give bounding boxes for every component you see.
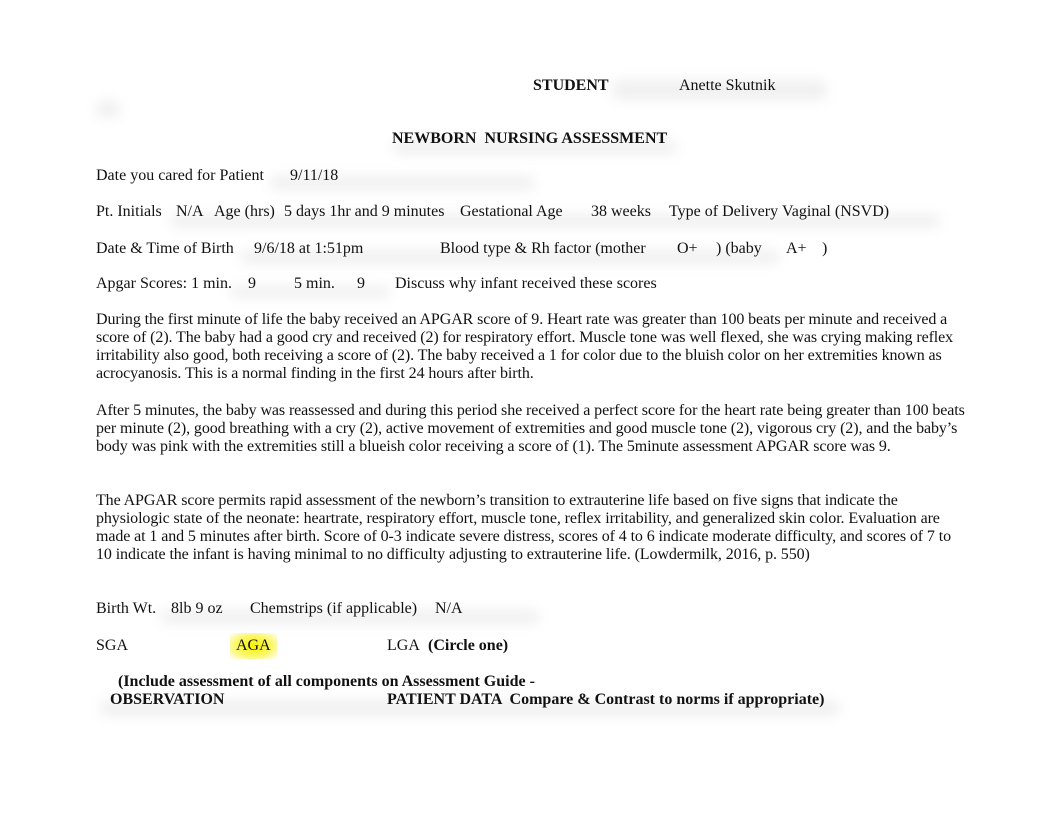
chemstrips-value: N/A	[435, 600, 463, 617]
gestational-age-label: Gestational Age	[460, 203, 563, 220]
aga-option-selected: AGA	[230, 633, 277, 659]
apgar-5min-value: 9	[357, 275, 365, 292]
smudge	[96, 100, 120, 118]
page-title: NEWBORN NURSING ASSESSMENT	[392, 130, 668, 147]
apgar-5min-label: 5 min.	[294, 275, 335, 292]
initials-label: Pt. Initials	[96, 203, 162, 220]
discuss-label: Discuss why infant received these scores	[395, 275, 657, 292]
chemstrips-label: Chemstrips (if applicable)	[250, 600, 418, 617]
birth-weight-label: Birth Wt.	[96, 600, 157, 617]
patient-data-heading: PATIENT DATA Compare & Contrast to norms…	[387, 691, 825, 708]
student-label: STUDENT	[533, 77, 609, 94]
birth-weight-value: 8lb 9 oz	[171, 600, 223, 617]
observation-heading: OBSERVATION	[110, 691, 225, 708]
apgar-1min-value: 9	[248, 275, 256, 292]
apgar-5min-paragraph: After 5 minutes, the baby was reassessed…	[96, 402, 965, 455]
baby-blood-value: A+	[786, 240, 807, 257]
apgar-1min-paragraph: During the first minute of life the baby…	[96, 311, 954, 382]
birth-label: Date & Time of Birth	[96, 240, 234, 257]
circle-one-instruction: (Circle one)	[428, 637, 509, 654]
lga-option: LGA	[387, 637, 420, 654]
apgar-explanation-paragraph: The APGAR score permits rapid assessment…	[96, 492, 951, 563]
include-note: (Include assessment of all components on…	[118, 673, 535, 690]
apgar-label: Apgar Scores: 1 min.	[96, 275, 232, 292]
blood-type-label: Blood type & Rh factor (mother	[440, 240, 646, 257]
date-cared-label: Date you cared for Patient	[96, 167, 264, 184]
close-paren: )	[822, 240, 828, 257]
age-label: Age (hrs)	[214, 203, 275, 220]
student-name: Anette Skutnik	[679, 77, 776, 94]
initials-value: N/A	[176, 203, 204, 220]
age-value: 5 days 1hr and 9 minutes	[284, 203, 445, 220]
sga-option: SGA	[96, 637, 129, 654]
delivery-value: Vaginal (NSVD)	[782, 203, 890, 220]
birth-value: 9/6/18 at 1:51pm	[254, 240, 364, 257]
delivery-label: Type of Delivery	[669, 203, 779, 220]
date-cared-value: 9/11/18	[290, 167, 339, 184]
gestational-age-value: 38 weeks	[591, 203, 651, 220]
mother-blood-value: O+	[677, 240, 698, 257]
baby-blood-label: ) (baby	[716, 240, 762, 257]
